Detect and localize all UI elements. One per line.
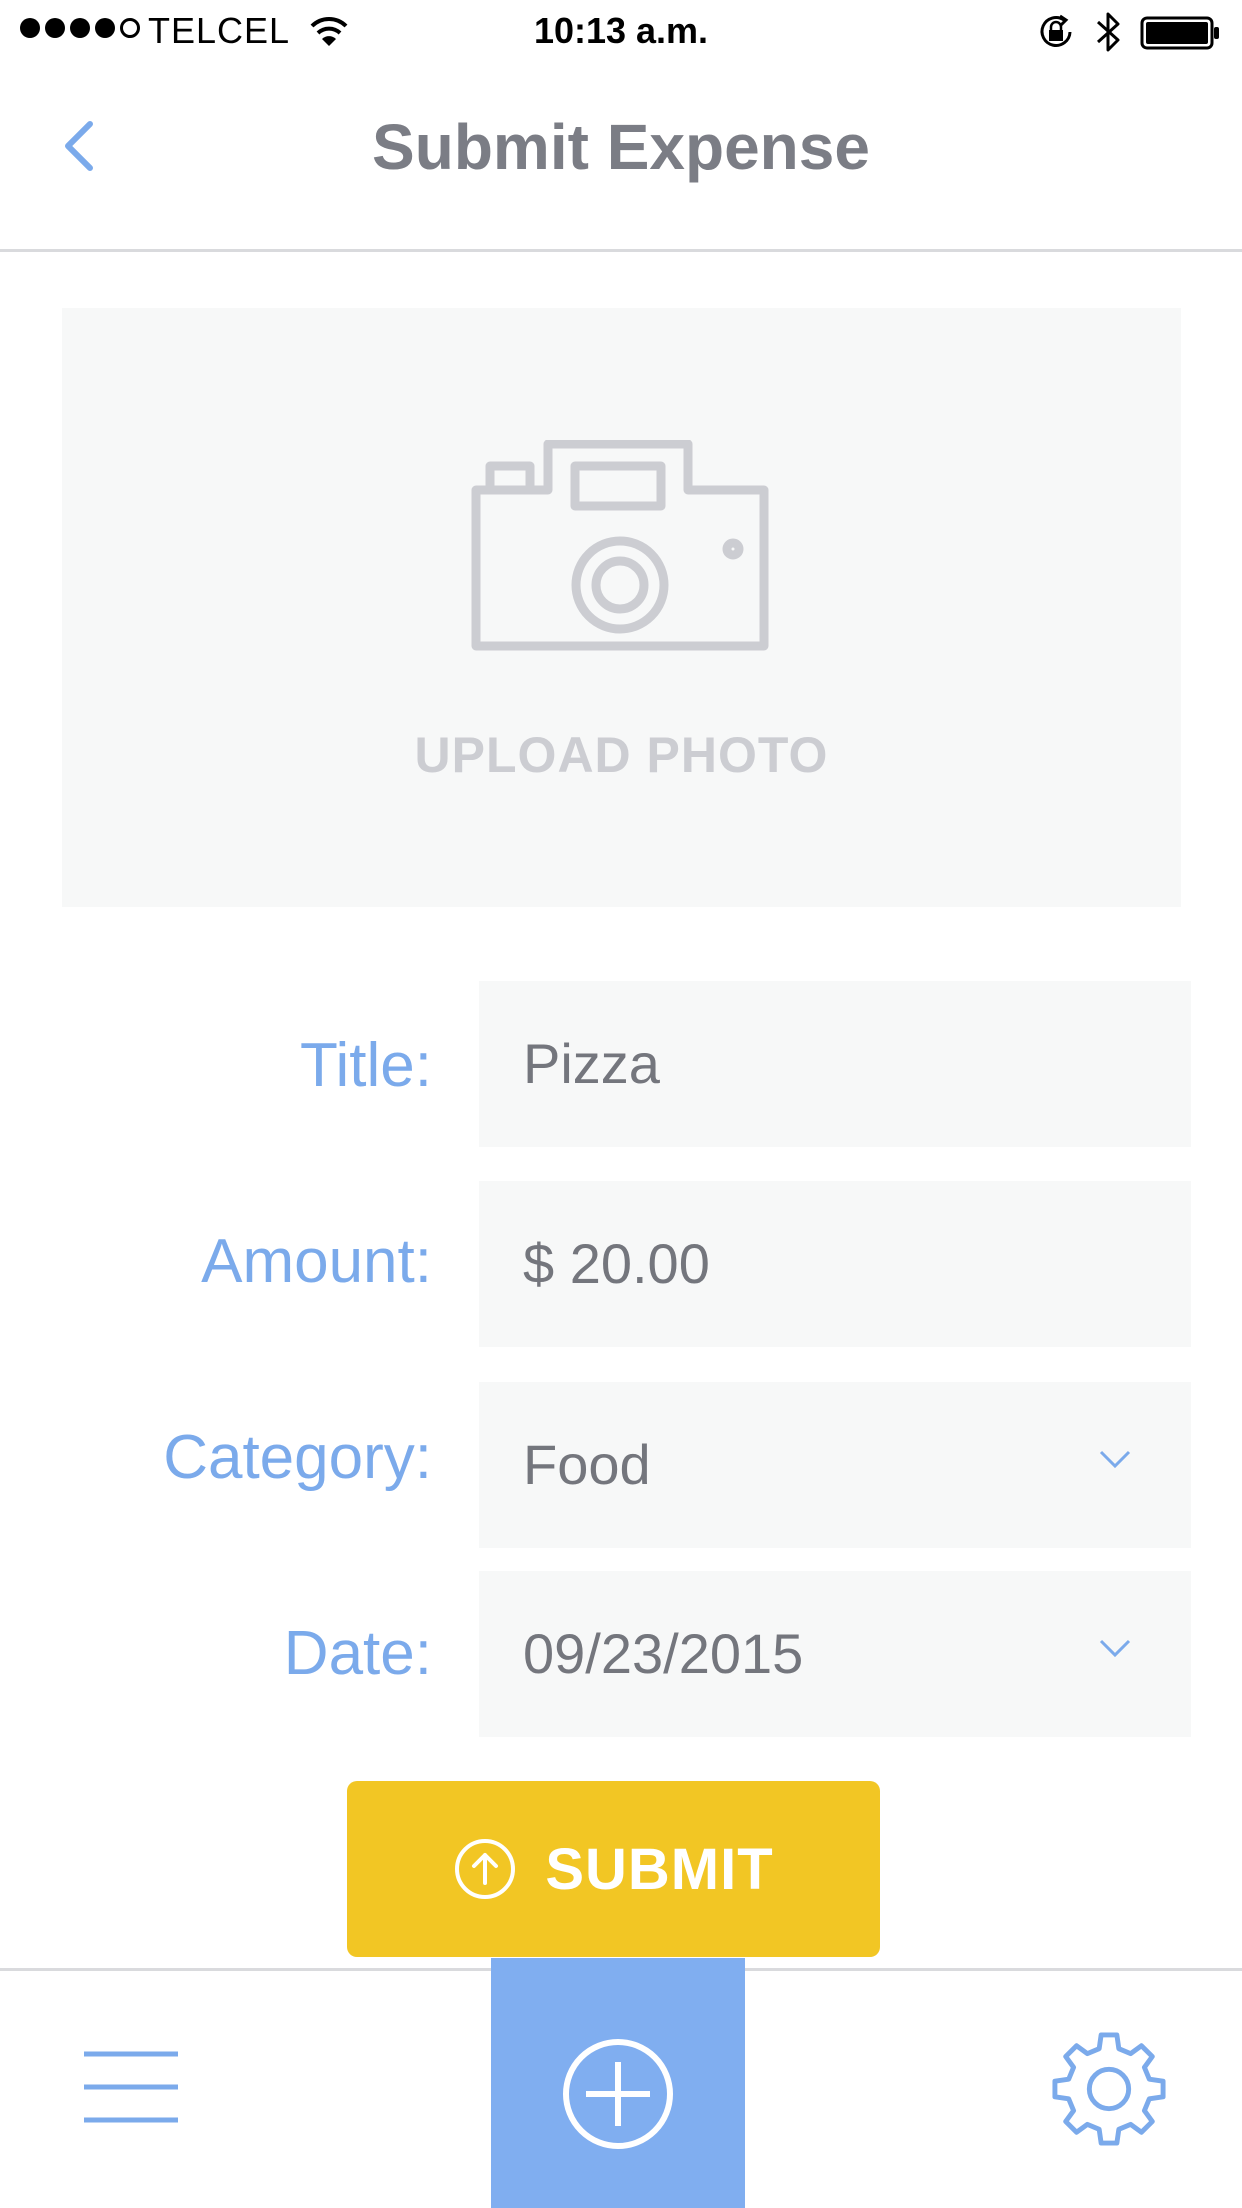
status-bar: TELCEL 10:13 a.m.: [0, 0, 1242, 66]
hamburger-menu-icon[interactable]: [84, 2050, 178, 2124]
amount-value: $ 20.00: [523, 1232, 710, 1295]
date-label: Date:: [283, 1619, 432, 1688]
date-select[interactable]: 09/23/2015: [479, 1571, 1191, 1737]
arrow-up-circle-icon: [455, 1839, 516, 1899]
plus-circle-icon: [563, 2039, 673, 2149]
add-expense-button[interactable]: [491, 1958, 745, 2208]
rotation-lock-icon: [1040, 14, 1072, 47]
category-select[interactable]: Food: [479, 1382, 1191, 1548]
gear-icon[interactable]: [1050, 2030, 1168, 2148]
bluetooth-icon: [1096, 12, 1120, 52]
title-field[interactable]: Pizza: [479, 981, 1191, 1147]
chevron-down-icon: [1099, 1639, 1131, 1658]
amount-label: Amount:: [201, 1227, 432, 1296]
page-title: Submit Expense: [372, 111, 870, 183]
battery-icon: [1140, 16, 1219, 50]
submit-button[interactable]: SUBMIT: [347, 1781, 880, 1957]
amount-field[interactable]: $ 20.00: [479, 1181, 1191, 1347]
camera-icon: [471, 440, 769, 651]
title-value: Pizza: [523, 1032, 660, 1095]
title-label: Title:: [299, 1031, 432, 1100]
date-value: 09/23/2015: [523, 1622, 804, 1685]
category-value: Food: [523, 1433, 651, 1496]
submit-label: SUBMIT: [545, 1836, 774, 1902]
nav-divider: [0, 249, 1242, 252]
category-label: Category:: [163, 1423, 432, 1492]
upload-photo-label: UPLOAD PHOTO: [414, 727, 829, 783]
chevron-down-icon: [1099, 1450, 1131, 1469]
